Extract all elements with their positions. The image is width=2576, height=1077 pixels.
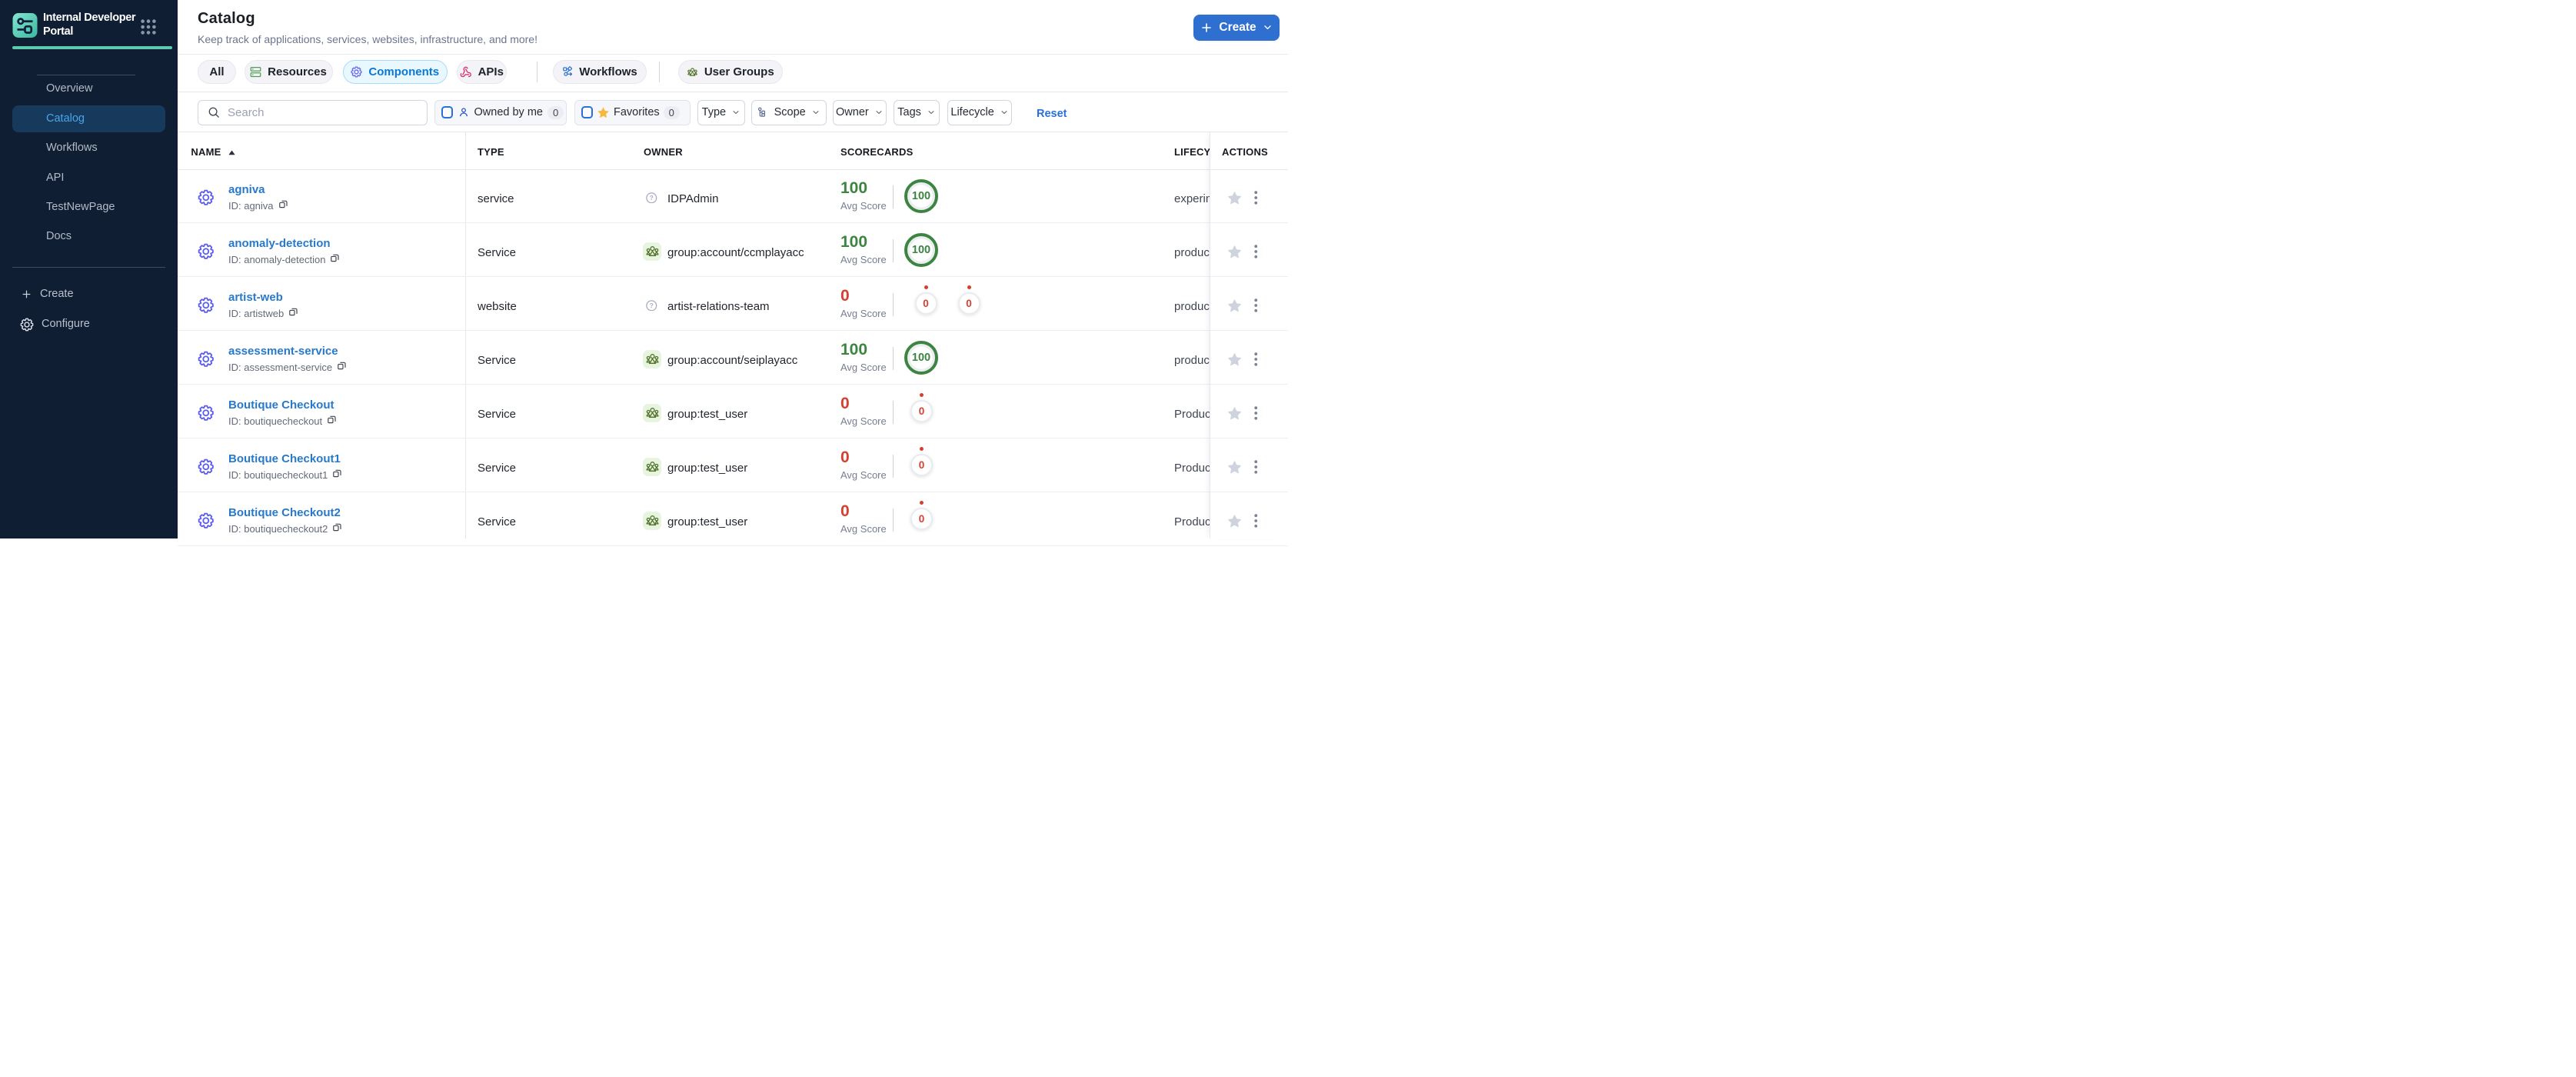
svg-text:?: ? [650,195,654,202]
svg-text:?: ? [650,302,654,309]
